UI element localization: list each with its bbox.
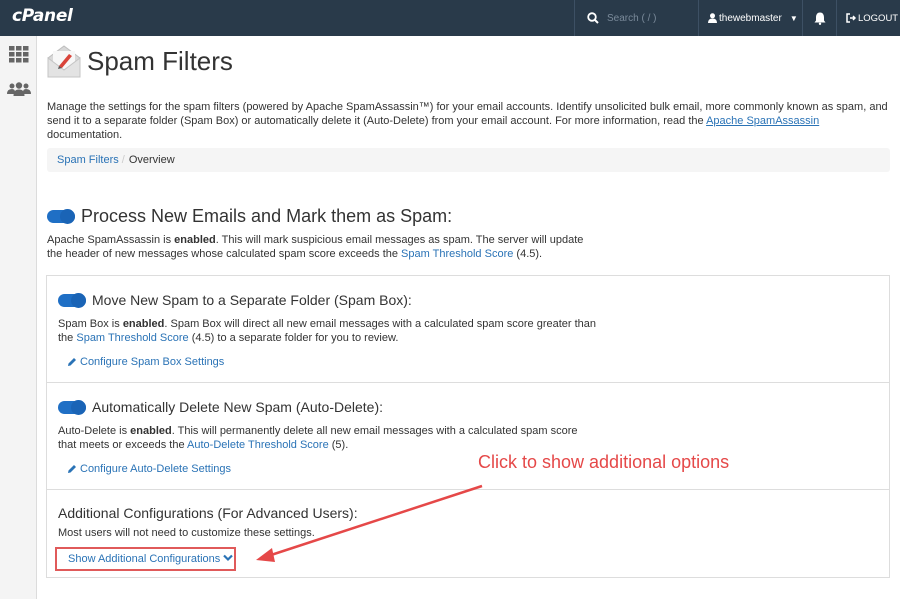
spam-box-status: enabled xyxy=(122,318,165,330)
process-emails-toggle[interactable] xyxy=(47,209,75,224)
spam-box-text-3: (4.5) to a separate folder for you to re… xyxy=(188,331,399,344)
breadcrumb-spam-filters[interactable]: Spam Filters xyxy=(57,154,119,166)
show-additional-config-button[interactable]: Show Additional Configurations xyxy=(55,547,236,571)
additional-config-note: Most users will not need to customize th… xyxy=(58,527,315,539)
user-icon xyxy=(708,13,717,23)
process-emails-title: Process New Emails and Mark them as Spam… xyxy=(81,206,453,226)
process-emails-heading: Process New Emails and Mark them as Spam… xyxy=(47,206,452,227)
spamassassin-docs-link[interactable]: Apache SpamAssassin xyxy=(706,115,819,127)
top-navbar: cPanel Search ( / ) thewebmaster ▼ LOGOU… xyxy=(0,0,900,36)
pencil-icon xyxy=(68,358,76,366)
auto-delete-status: enabled xyxy=(130,425,172,437)
auto-delete-description: Auto-Delete is enabled. This will perman… xyxy=(58,425,598,452)
process-text-3: (4.5). xyxy=(513,247,543,260)
chevron-down-icon: ▼ xyxy=(789,13,798,23)
show-additional-config-label: Show Additional Configurations xyxy=(68,553,221,565)
auto-delete-title: Automatically Delete New Spam (Auto-Dele… xyxy=(92,399,384,415)
apps-grid-icon[interactable] xyxy=(9,46,29,68)
search-input[interactable]: Search ( / ) xyxy=(607,13,656,24)
spam-filter-envelope-icon xyxy=(47,44,81,83)
auto-delete-threshold-link[interactable]: Auto-Delete Threshold Score xyxy=(187,439,329,451)
spam-box-threshold-link[interactable]: Spam Threshold Score xyxy=(76,332,188,344)
logout-label: LOGOUT xyxy=(858,12,899,24)
configure-spam-box-link[interactable]: Configure Spam Box Settings xyxy=(67,356,224,368)
username: thewebmaster xyxy=(719,12,782,24)
main-content: Spam Filters Manage the settings for the… xyxy=(37,36,900,599)
chevron-down-icon xyxy=(223,554,234,562)
pencil-icon xyxy=(68,465,76,473)
auto-delete-section: Automatically Delete New Spam (Auto-Dele… xyxy=(47,383,889,490)
process-text: Apache SpamAssassin is xyxy=(47,234,175,246)
auto-delete-text-3: (5). xyxy=(328,438,349,451)
configure-spam-box-label: Configure Spam Box Settings xyxy=(80,356,225,368)
spam-options-panel: Move New Spam to a Separate Folder (Spam… xyxy=(46,275,890,578)
user-menu[interactable]: thewebmaster ▼ xyxy=(698,0,802,36)
description-text-end: documentation. xyxy=(47,129,123,141)
search-icon xyxy=(587,12,599,24)
logout-button[interactable]: LOGOUT xyxy=(836,0,900,36)
users-icon[interactable] xyxy=(7,82,31,101)
spam-box-section: Move New Spam to a Separate Folder (Spam… xyxy=(47,276,889,383)
annotation-callout: Click to show additional options xyxy=(478,452,730,472)
configure-auto-delete-label: Configure Auto-Delete Settings xyxy=(80,463,232,475)
spam-threshold-link[interactable]: Spam Threshold Score xyxy=(401,248,513,260)
process-emails-description: Apache SpamAssassin is enabled. This wil… xyxy=(47,234,587,261)
notifications-button[interactable] xyxy=(802,0,836,36)
spam-box-description: Spam Box is enabled. Spam Box will direc… xyxy=(58,318,598,345)
cpanel-logo[interactable]: cPanel xyxy=(12,6,73,26)
page-description: Manage the settings for the spam filters… xyxy=(47,100,897,142)
process-status: enabled xyxy=(174,234,216,246)
spam-box-toggle[interactable] xyxy=(58,292,86,308)
sidebar xyxy=(0,36,37,599)
configure-auto-delete-link[interactable]: Configure Auto-Delete Settings xyxy=(67,463,231,475)
page-title: Spam Filters xyxy=(87,46,233,76)
spam-box-title: Move New Spam to a Separate Folder (Spam… xyxy=(92,292,412,308)
search-box[interactable]: Search ( / ) xyxy=(574,0,698,36)
breadcrumb: Spam Filters / Overview xyxy=(47,148,890,172)
additional-config-title: Additional Configurations (For Advanced … xyxy=(58,505,358,521)
breadcrumb-current: Overview xyxy=(128,154,175,166)
auto-delete-text: Auto-Delete is xyxy=(58,425,131,437)
logout-icon xyxy=(846,13,856,23)
spam-box-heading: Move New Spam to a Separate Folder (Spam… xyxy=(58,292,412,308)
auto-delete-toggle[interactable] xyxy=(58,399,86,415)
bell-icon xyxy=(814,12,825,25)
auto-delete-heading: Automatically Delete New Spam (Auto-Dele… xyxy=(58,399,383,415)
additional-config-section: Additional Configurations (For Advanced … xyxy=(47,490,889,577)
spam-box-text: Spam Box is xyxy=(58,318,123,330)
breadcrumb-separator: / xyxy=(121,154,125,166)
